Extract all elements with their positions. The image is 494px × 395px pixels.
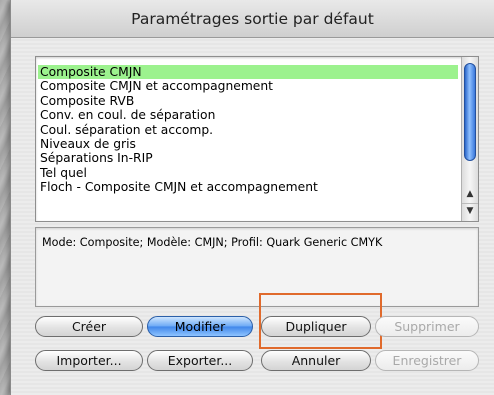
supprimer-button[interactable]: Supprimer <box>375 316 479 337</box>
list-item[interactable]: Composite RVB <box>38 94 458 108</box>
list-scrollbar[interactable]: ▲ ▼ <box>461 57 478 221</box>
list-item[interactable]: Composite CMJN et accompagnement <box>38 79 458 93</box>
output-settings-dialog: Paramétrages sortie par défaut Composite… <box>10 0 494 395</box>
modifier-button[interactable]: Modifier <box>147 316 253 337</box>
dialog-title: Paramétrages sortie par défaut <box>131 9 374 28</box>
output-styles-list[interactable]: Composite CMJN Composite CMJN et accompa… <box>35 56 479 222</box>
scroll-down-arrow-icon[interactable]: ▼ <box>462 203 478 217</box>
list-item[interactable]: Composite CMJN <box>38 65 458 80</box>
list-item[interactable]: Tel quel <box>38 166 458 180</box>
scrollbar-thumb[interactable] <box>464 63 476 161</box>
list-item[interactable]: Niveaux de gris <box>38 137 458 151</box>
importer-button[interactable]: Importer... <box>35 350 143 371</box>
list-items: Composite CMJN Composite CMJN et accompa… <box>38 65 458 195</box>
dupliquer-button[interactable]: Dupliquer <box>261 316 371 337</box>
creer-button[interactable]: Créer <box>35 316 143 337</box>
list-item[interactable]: Séparations In-RIP <box>38 151 458 165</box>
list-item[interactable]: Conv. en coul. de séparation <box>38 108 458 122</box>
list-item[interactable]: Coul. séparation et accomp. <box>38 123 458 137</box>
list-item[interactable]: Floch - Composite CMJN et accompagnement <box>38 180 458 194</box>
annuler-button[interactable]: Annuler <box>261 350 371 371</box>
style-description: Mode: Composite; Modèle: CMJN; Profil: Q… <box>35 227 479 307</box>
enregistrer-button[interactable]: Enregistrer <box>375 350 479 371</box>
scroll-up-arrow-icon[interactable]: ▲ <box>462 187 478 201</box>
exporter-button[interactable]: Exporter... <box>147 350 253 371</box>
title-bar[interactable]: Paramétrages sortie par défaut <box>11 0 494 38</box>
